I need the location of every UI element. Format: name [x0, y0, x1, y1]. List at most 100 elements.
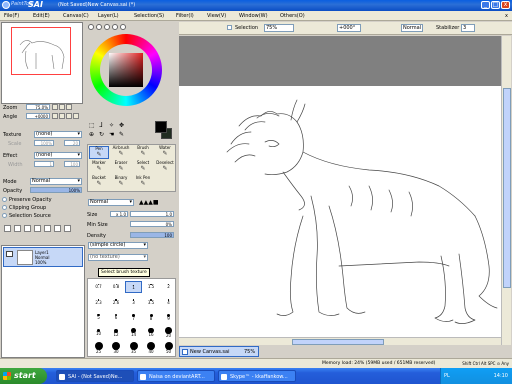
brush-edge-shapes-icon[interactable]: ▲▲▲■	[139, 199, 159, 206]
rotate-right-button[interactable]	[59, 113, 65, 119]
brush-size-cell[interactable]: 8	[143, 312, 160, 324]
brush-size-cell[interactable]: 40	[143, 342, 160, 355]
brush-size-cell[interactable]: 2.6	[108, 296, 125, 308]
angle-value[interactable]: +0000	[26, 113, 50, 119]
rgb-slider-mode-icon[interactable]	[96, 24, 102, 30]
brush-size-cell[interactable]: 2	[160, 281, 177, 293]
rotate-left-button[interactable]	[52, 113, 58, 119]
menu-selection[interactable]: Selection(S)	[134, 13, 164, 19]
navigator-panel[interactable]	[1, 22, 83, 104]
tool-pen[interactable]: Pen ✎	[89, 146, 109, 159]
brush-size-cell[interactable]: 16	[143, 327, 160, 339]
texture-amount-value[interactable]: 20	[64, 140, 80, 146]
blend-mode-select[interactable]: Normal	[30, 178, 82, 185]
tool-select[interactable]: Select ✎	[133, 161, 153, 174]
brush-size-slider[interactable]: 1.0	[130, 211, 174, 217]
selection-source-checkbox[interactable]	[2, 213, 7, 218]
texture-scale-value[interactable]: 100%	[34, 140, 54, 146]
effect-amount-value[interactable]: 100	[64, 161, 80, 167]
tool-deselect[interactable]: Deselect ✎	[155, 161, 175, 174]
canvas-mode-field[interactable]: Normal	[401, 24, 423, 32]
tool-ink-pen[interactable]: Ink Pen ✎	[133, 176, 153, 189]
color-wheel[interactable]	[90, 34, 162, 106]
brush-size-cell[interactable]: 50	[160, 342, 177, 355]
maximize-button[interactable]: □	[491, 1, 500, 9]
brush-size-cell[interactable]: 1	[125, 281, 142, 293]
vertical-scrollbar[interactable]	[501, 36, 511, 345]
color-wheel-mode-icon[interactable]	[88, 24, 94, 30]
brush-size-cell[interactable]: 25	[90, 342, 107, 355]
brush-size-cell[interactable]: 5	[90, 312, 107, 324]
canvas-angle-field[interactable]: +000°	[337, 24, 361, 32]
navigator-view-rect[interactable]	[11, 27, 71, 75]
brush-size-cell[interactable]: 2.3	[90, 296, 107, 308]
close-button[interactable]: x	[501, 1, 510, 9]
scratchpad-mode-icon[interactable]	[120, 24, 126, 30]
minimize-button[interactable]: _	[481, 1, 490, 9]
selection-checkbox[interactable]	[227, 25, 232, 30]
brush-shape-select[interactable]: (simple circle)	[88, 242, 148, 249]
brush-size-mult[interactable]: x 1.0	[110, 211, 128, 217]
brush-size-cell[interactable]: 0.7	[90, 281, 107, 293]
swatches-mode-icon[interactable]	[112, 24, 118, 30]
task-sai[interactable]: SAI - (Not Saved)Ne...	[56, 370, 134, 382]
brush-size-cell[interactable]: 1.5	[143, 281, 160, 293]
menu-file[interactable]: File(F)	[4, 13, 19, 19]
opacity-slider[interactable]: 100%	[30, 187, 82, 193]
layer-item[interactable]: Layer1 Normal 100%	[3, 247, 83, 267]
clock[interactable]: 14:10	[494, 373, 508, 379]
brush-size-cell[interactable]: 12	[108, 327, 125, 339]
new-folder-icon[interactable]	[24, 225, 31, 232]
brush-size-cell[interactable]: 6	[108, 312, 125, 324]
rotate-reset-button[interactable]	[66, 113, 72, 119]
menu-edit[interactable]: Edit(E)	[33, 13, 50, 19]
effect-select[interactable]: (none)	[34, 152, 82, 159]
menu-close-icon[interactable]: x	[505, 13, 508, 19]
brush-size-cell[interactable]: 3	[125, 296, 142, 308]
menu-filter[interactable]: Filter(I)	[176, 13, 194, 19]
zoom-icon[interactable]: ⊕	[89, 131, 97, 138]
min-size-slider[interactable]: 0%	[130, 221, 174, 227]
foreground-color-swatch[interactable]	[155, 121, 167, 133]
horizontal-scrollbar[interactable]	[179, 337, 501, 345]
tool-airbrush[interactable]: Airbrush ✎	[111, 146, 131, 159]
new-linework-layer-icon[interactable]	[14, 225, 21, 232]
new-layer-icon[interactable]	[4, 225, 11, 232]
preserve-opacity-checkbox[interactable]	[2, 197, 7, 202]
brush-size-cell[interactable]: 14	[125, 327, 142, 339]
canvas[interactable]	[179, 86, 501, 338]
tool-bucket[interactable]: Bucket ✎	[89, 176, 109, 189]
effect-width-value[interactable]: 1	[34, 161, 54, 167]
language-indicator[interactable]: PL	[444, 373, 450, 379]
tool-marker[interactable]: Marker ✎	[89, 161, 109, 174]
zoom-in-button[interactable]	[59, 104, 65, 110]
menu-others[interactable]: Others(O)	[280, 13, 305, 19]
canvas-zoom-field[interactable]: 75%	[264, 24, 294, 32]
vertical-scroll-thumb[interactable]	[503, 88, 511, 288]
layer-visibility-icon[interactable]	[6, 251, 13, 257]
saturation-value-square[interactable]	[109, 53, 143, 87]
tool-water[interactable]: Water ✎	[155, 146, 175, 159]
rect-select-icon[interactable]: ⬚	[89, 122, 97, 129]
brush-size-cell[interactable]: 35	[125, 342, 142, 355]
brush-texture-select[interactable]: (no texture)	[88, 254, 148, 261]
brush-size-cell[interactable]: 4	[160, 296, 177, 308]
lasso-icon[interactable]: ᒧ	[99, 122, 107, 129]
clear-layer-icon[interactable]	[54, 225, 61, 232]
hsv-slider-mode-icon[interactable]	[104, 24, 110, 30]
brush-size-cell[interactable]: 3.5	[143, 296, 160, 308]
rotate-icon[interactable]: ↻	[99, 131, 107, 138]
menu-canvas[interactable]: Canvas(C)	[63, 13, 89, 19]
stabilizer-field[interactable]: 3	[461, 24, 475, 32]
start-button[interactable]: start	[0, 368, 47, 384]
tool-eraser[interactable]: Eraser ✎	[111, 161, 131, 174]
zoom-reset-button[interactable]	[66, 104, 72, 110]
brush-size-cell[interactable]: 20	[160, 327, 177, 339]
zoom-value[interactable]: 75.0%	[26, 104, 50, 110]
brush-size-cell[interactable]: 0.8	[108, 281, 125, 293]
transfer-down-icon[interactable]	[34, 225, 41, 232]
delete-layer-icon[interactable]	[64, 225, 71, 232]
brush-size-cell[interactable]: 30	[108, 342, 125, 355]
tool-brush[interactable]: Brush ✎	[133, 146, 153, 159]
hand-icon[interactable]: ☚	[109, 131, 117, 138]
